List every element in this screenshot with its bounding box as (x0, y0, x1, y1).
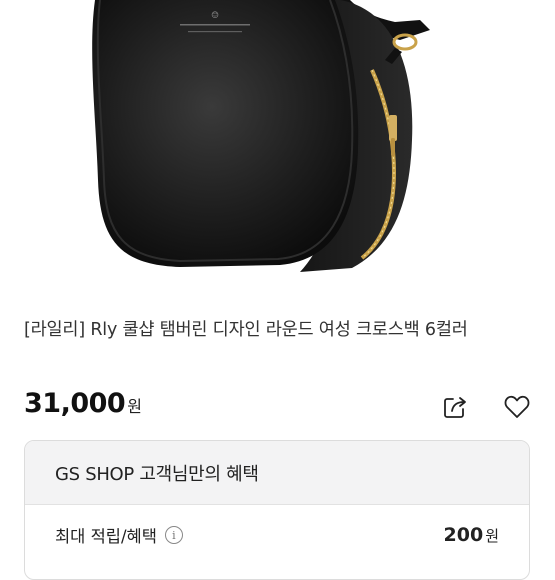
info-icon[interactable]: i (164, 526, 183, 544)
product-image[interactable]: ☺ (0, 0, 555, 300)
benefit-value: 200 원 (444, 524, 499, 546)
price-unit: 원 (127, 397, 142, 416)
benefit-label: 최대 적립/혜택 (55, 527, 157, 546)
share-button[interactable] (440, 392, 470, 422)
product-title: [라일리] Rly 쿨샵 탬버린 디자인 라운드 여성 크로스백 6컬러 (24, 320, 468, 340)
wishlist-button[interactable] (502, 392, 532, 422)
benefit-amount: 200 (443, 524, 484, 546)
heart-icon (504, 395, 530, 418)
benefit-header: GS SHOP 고객님만의 혜택 (25, 441, 529, 505)
benefit-unit: 원 (485, 527, 499, 545)
svg-text:☺: ☺ (211, 11, 219, 21)
benefit-row: 최대 적립/혜택 i 200 원 (25, 505, 529, 565)
benefit-panel: GS SHOP 고객님만의 혜택 최대 적립/혜택 i 200 원 (24, 440, 530, 580)
product-price: 31,000 원 (24, 388, 142, 419)
price-row: 31,000 원 (24, 388, 539, 428)
price-value: 31,000 (24, 388, 126, 419)
share-icon (444, 397, 466, 418)
bag-illustration: ☺ (92, 0, 430, 272)
